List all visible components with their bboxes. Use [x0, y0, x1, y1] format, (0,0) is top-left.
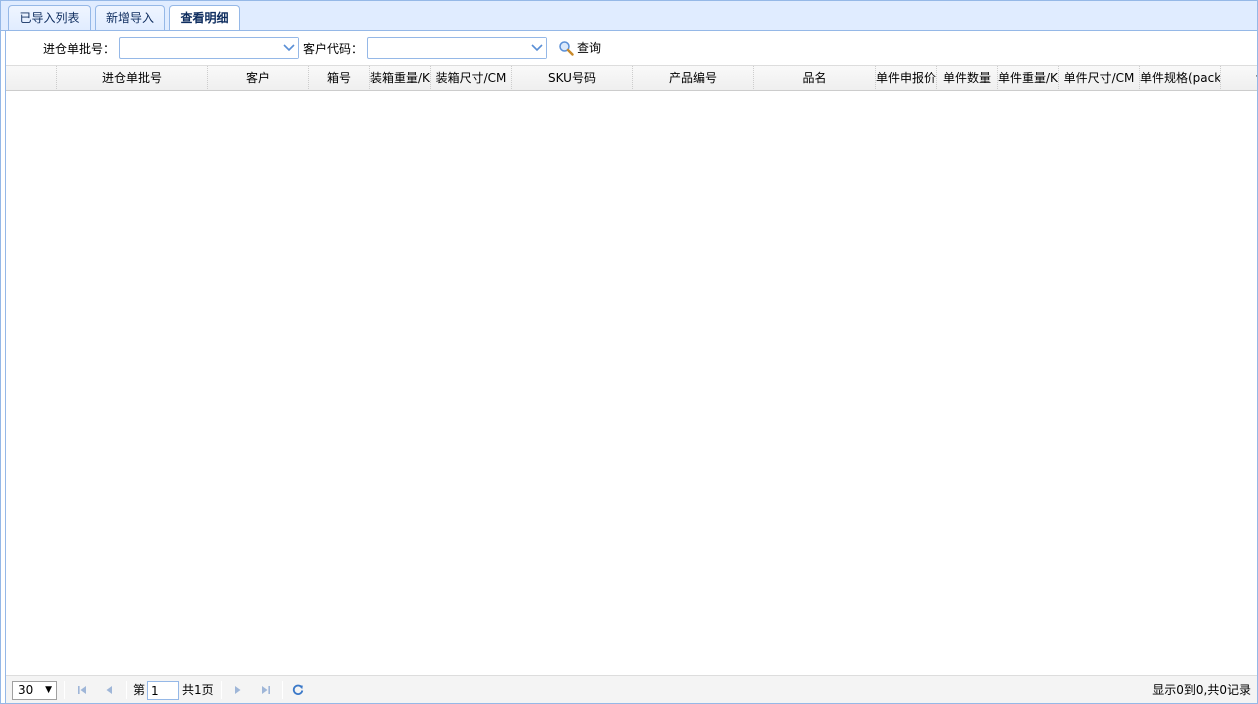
column-header[interactable]: 装箱尺寸/CM [431, 66, 512, 90]
dropdown-arrow-icon: ▼ [45, 685, 52, 695]
search-icon [559, 41, 574, 56]
previous-page-icon[interactable] [102, 683, 116, 697]
page-number-input[interactable] [147, 681, 179, 700]
pager-separator [221, 681, 222, 699]
row-number-header [6, 66, 57, 90]
column-header[interactable]: 品名 [754, 66, 876, 90]
search-button-label: 查询 [577, 41, 602, 55]
tab-panel: 进仓单批号： 客户代码： 查询 进仓单批号 客户 箱号 装箱重量/K 装箱尺寸/… [0, 30, 1258, 704]
column-header[interactable]: 单件数量 [937, 66, 998, 90]
tab-view-details[interactable]: 查看明细 [169, 5, 240, 32]
chevron-down-icon[interactable] [280, 38, 298, 58]
record-count-info: 显示0到0,共0记录 [1152, 683, 1251, 697]
search-toolbar: 进仓单批号： 客户代码： 查询 [6, 31, 1257, 65]
first-page-icon[interactable] [75, 683, 89, 697]
column-header[interactable]: 专 [1221, 66, 1257, 90]
column-header[interactable]: 进仓单批号 [57, 66, 208, 90]
column-header[interactable]: 单件申报价 [876, 66, 937, 90]
column-header[interactable]: 单件重量/KG [998, 66, 1059, 90]
tab-imported-list[interactable]: 已导入列表 [8, 5, 91, 31]
tab-label: 查看明细 [180, 11, 229, 25]
customer-code-input[interactable] [368, 38, 528, 58]
tab-new-import[interactable]: 新增导入 [95, 5, 165, 31]
page-size-value: 30 [18, 683, 34, 697]
tab-label: 新增导入 [105, 11, 154, 25]
batch-number-label: 进仓单批号： [43, 42, 116, 56]
pager-separator [126, 681, 127, 699]
column-header[interactable]: 箱号 [309, 66, 370, 90]
grid-body [6, 91, 1257, 675]
last-page-icon[interactable] [259, 683, 273, 697]
column-header[interactable]: 单件规格(pack [1140, 66, 1221, 90]
grid-header: 进仓单批号 客户 箱号 装箱重量/KG 装箱尺寸/CM SKU号码 产品编号 品… [6, 65, 1257, 91]
total-pages-text: 共1页 [182, 683, 214, 697]
chevron-down-icon[interactable] [528, 38, 546, 58]
search-button[interactable]: 查询 [557, 39, 601, 57]
refresh-icon[interactable] [291, 683, 305, 697]
next-page-icon[interactable] [231, 683, 245, 697]
customer-code-combobox[interactable] [367, 37, 547, 59]
pager-separator [64, 681, 65, 699]
batch-number-input[interactable] [120, 38, 280, 58]
tab-label: 已导入列表 [19, 11, 80, 25]
pager-separator [282, 681, 283, 699]
tab-bar: 已导入列表 新增导入 查看明细 [0, 0, 1258, 32]
batch-number-combobox[interactable] [119, 37, 299, 59]
page-prefix: 第 [133, 683, 146, 697]
column-header[interactable]: SKU号码 [512, 66, 633, 90]
customer-code-label: 客户代码： [303, 42, 364, 56]
column-header[interactable]: 客户 [208, 66, 309, 90]
datagrid-panel: 进仓单批号： 客户代码： 查询 进仓单批号 客户 箱号 装箱重量/K 装箱尺寸/… [5, 31, 1257, 703]
page-size-select[interactable]: 30 ▼ [12, 681, 57, 700]
column-header[interactable]: 单件尺寸/CM [1059, 66, 1140, 90]
column-header[interactable]: 产品编号 [633, 66, 754, 90]
column-header[interactable]: 装箱重量/KG [370, 66, 431, 90]
pagination-bar: 30 ▼ 第 共1页 [6, 675, 1257, 703]
